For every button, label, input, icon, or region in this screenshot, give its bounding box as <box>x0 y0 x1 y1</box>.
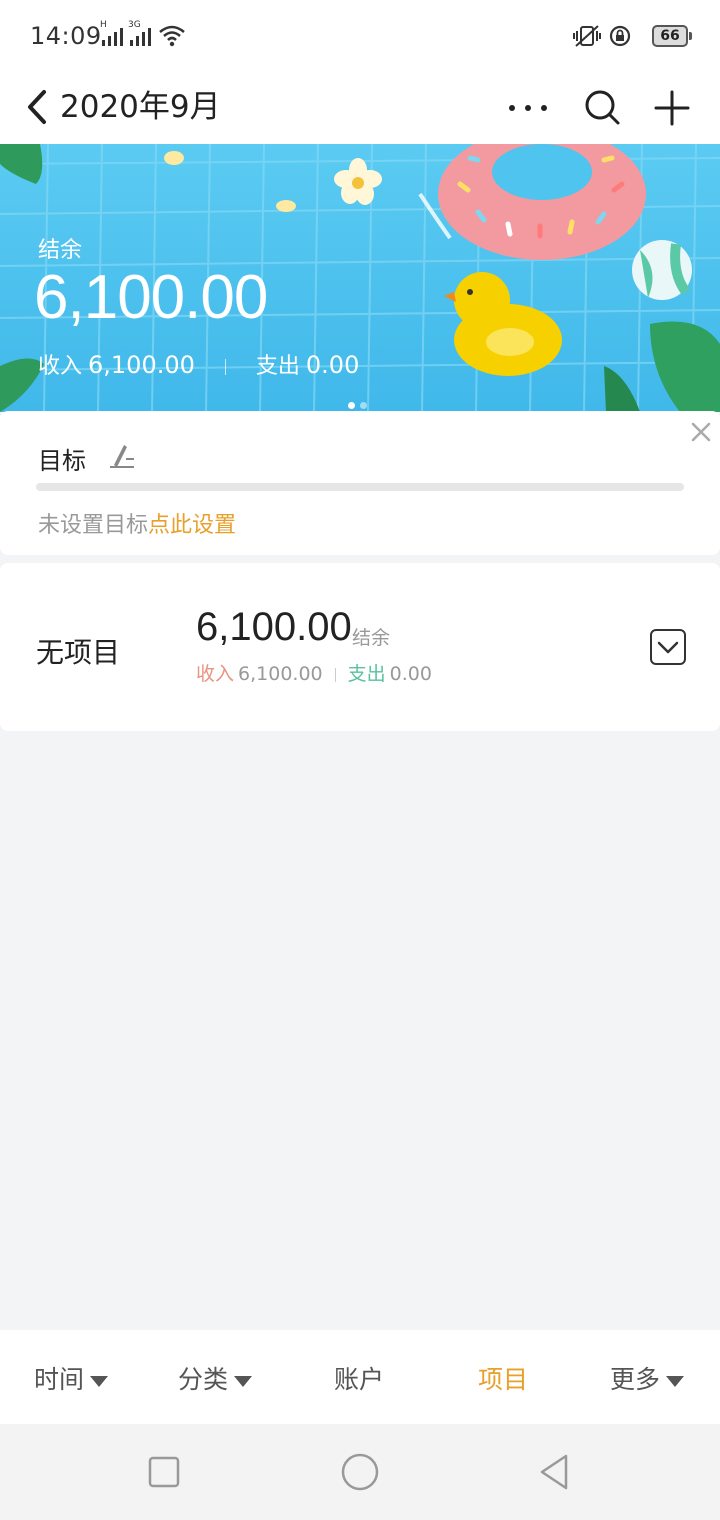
tab-more[interactable]: 更多 <box>610 1360 685 1396</box>
page-indicator <box>348 394 372 412</box>
status-time: 14:09 <box>30 22 102 50</box>
project-income-amount: 6,100.00 <box>238 663 323 685</box>
project-expense-amount: 0.00 <box>389 663 432 685</box>
caret-down-icon <box>90 1375 109 1387</box>
income-label: 收入 <box>38 354 83 379</box>
wifi-icon <box>159 25 185 47</box>
goal-title: 目标 <box>38 447 86 475</box>
expand-button[interactable] <box>650 629 686 665</box>
project-balance-label: 结余 <box>352 627 391 649</box>
goal-progress-bar <box>36 483 684 491</box>
goal-card: 目标 未设置目标点此设置 <box>0 411 720 555</box>
project-expense-label: 支出 <box>347 663 386 685</box>
search-icon[interactable] <box>580 82 624 132</box>
caret-down-icon <box>234 1375 253 1387</box>
page-dot <box>348 402 355 409</box>
recent-apps-icon[interactable] <box>144 1452 184 1492</box>
page-title[interactable]: 2020年9月 <box>60 80 221 134</box>
back-icon[interactable] <box>22 82 52 132</box>
divider <box>224 359 226 375</box>
expense-amount: 0.00 <box>305 351 360 379</box>
balance-label: 结余 <box>38 238 83 263</box>
caret-down-icon <box>666 1375 685 1387</box>
more-icon[interactable] <box>506 86 550 130</box>
income-amount: 6,100.00 <box>88 351 195 379</box>
status-bar: 14:09 H 3G 66 <box>0 0 720 72</box>
project-balance: 6,100.00 <box>196 605 352 649</box>
battery-icon: 66 <box>652 25 692 47</box>
summary-banner[interactable]: 结余 6,100.00 收入 6,100.00 支出 0.00 <box>0 144 720 412</box>
tab-category[interactable]: 分类 <box>178 1360 253 1396</box>
expense-label: 支出 <box>255 354 300 379</box>
system-nav-bar <box>0 1424 720 1520</box>
edit-icon[interactable] <box>104 437 138 471</box>
project-income-label: 收入 <box>196 663 235 685</box>
tab-account[interactable]: 账户 <box>334 1360 384 1396</box>
add-icon[interactable] <box>650 82 694 132</box>
set-goal-link[interactable]: 点此设置 <box>148 513 236 538</box>
goal-hint: 未设置目标点此设置 <box>38 507 236 539</box>
banner-summary: 收入 6,100.00 支出 0.00 <box>38 348 359 380</box>
project-name: 无项目 <box>36 636 121 669</box>
divider <box>334 667 336 682</box>
chevron-down-icon <box>657 641 679 654</box>
home-icon[interactable] <box>340 1452 380 1492</box>
rotation-lock-icon <box>609 25 631 47</box>
bottom-tab-bar: 时间 分类 账户 项目 更多 <box>0 1330 720 1424</box>
vibrate-icon <box>573 25 601 47</box>
nav-bar: 2020年9月 <box>0 72 720 144</box>
tab-project[interactable]: 项目 <box>478 1360 528 1396</box>
goal-hint-text: 未设置目标 <box>38 513 149 538</box>
page-dot <box>360 402 367 409</box>
back-nav-icon[interactable] <box>536 1452 576 1492</box>
close-icon[interactable] <box>688 419 714 445</box>
tab-time[interactable]: 时间 <box>34 1360 109 1396</box>
balance-amount: 6,100.00 <box>34 263 268 332</box>
project-summary: 收入 6,100.00 支出 0.00 <box>196 659 432 686</box>
project-card[interactable]: 无项目 6,100.00 结余 收入 6,100.00 支出 0.00 <box>0 563 720 731</box>
